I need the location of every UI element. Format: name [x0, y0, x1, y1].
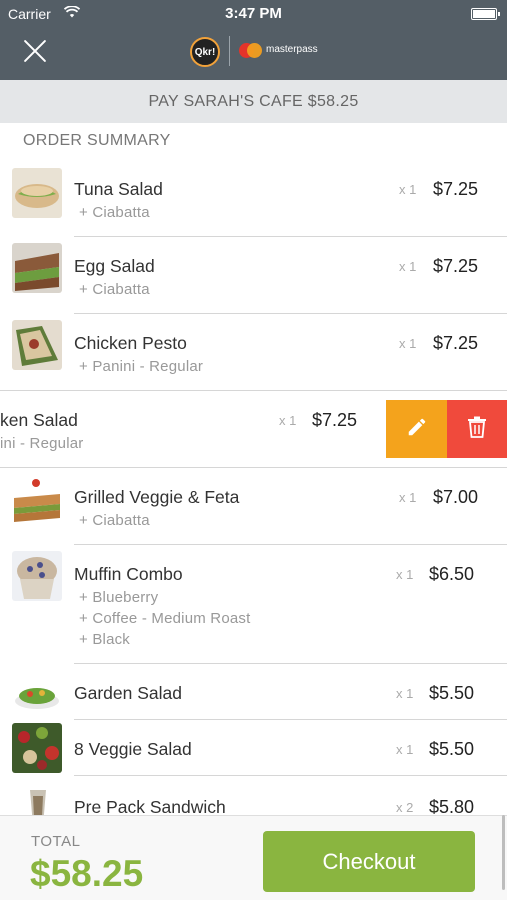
item-price: $5.50	[429, 683, 475, 703]
item-price: $5.80	[429, 797, 475, 815]
status-bar: Carrier 3:47 PM	[0, 0, 507, 28]
item-thumbnail	[12, 668, 62, 718]
item-quantity: x 1	[396, 567, 414, 582]
item-option: + Ciabatta	[79, 204, 150, 221]
item-name: Chicken Pesto	[74, 333, 187, 353]
clock: 3:47 PM	[225, 5, 282, 22]
checkout-footer: TOTAL $58.25 Checkout	[0, 815, 507, 900]
logo-divider	[229, 36, 230, 66]
item-price: $7.25	[433, 256, 479, 276]
checkout-button[interactable]: Checkout	[263, 831, 475, 892]
item-thumbnail	[12, 243, 62, 293]
item-quantity: x 2	[396, 800, 414, 815]
list-item[interactable]: Tuna Salad + Ciabatta x 1 $7.25	[0, 160, 507, 237]
list-item[interactable]: Muffin Combo + Blueberry + Coffee - Medi…	[0, 545, 507, 664]
item-price: $7.25	[433, 179, 479, 199]
item-thumbnail	[12, 320, 62, 370]
list-item-swiped[interactable]: ken Salad ini - Regular x 1 $7.25	[0, 391, 507, 468]
item-option: + Ciabatta	[79, 512, 150, 529]
item-name: Garden Salad	[74, 683, 182, 703]
battery-icon	[471, 8, 500, 20]
item-price: $7.25	[433, 333, 479, 353]
pay-banner: PAY SARAH'S CAFE $58.25	[0, 80, 507, 123]
order-summary-title: ORDER SUMMARY	[23, 132, 171, 149]
item-name: Grilled Veggie & Feta	[74, 487, 240, 507]
swipe-actions	[386, 400, 507, 458]
pencil-icon	[406, 416, 428, 443]
item-quantity: x 1	[399, 336, 417, 351]
item-name: 8 Veggie Salad	[74, 739, 192, 759]
item-price: $6.50	[429, 564, 475, 584]
item-quantity: x 1	[399, 182, 417, 197]
list-item[interactable]: Egg Salad + Ciabatta x 1 $7.25	[0, 237, 507, 314]
item-name: Muffin Combo	[74, 564, 183, 584]
scrollbar[interactable]	[502, 815, 505, 890]
item-thumbnail	[12, 788, 62, 815]
item-thumbnail	[12, 723, 62, 773]
item-quantity: x 1	[396, 742, 414, 757]
item-option: + Black	[79, 631, 131, 648]
item-quantity: x 1	[399, 259, 417, 274]
list-item[interactable]: 8 Veggie Salad x 1 $5.50	[0, 720, 507, 776]
app-header: Carrier 3:47 PM Qkr! masterpass	[0, 0, 507, 80]
item-name: ken Salad	[0, 410, 78, 430]
item-option: ini - Regular	[0, 435, 84, 452]
list-item[interactable]: Grilled Veggie & Feta + Ciabatta x 1 $7.…	[0, 468, 507, 545]
trash-icon	[467, 416, 487, 443]
qkr-logo: Qkr!	[190, 37, 220, 67]
masterpass-logo-icon	[239, 43, 263, 59]
delete-button[interactable]	[447, 400, 507, 458]
total-value: $58.25	[30, 853, 144, 894]
item-thumbnail	[12, 551, 62, 601]
item-name: Tuna Salad	[74, 179, 163, 199]
item-quantity: x 1	[279, 413, 297, 428]
item-name: Egg Salad	[74, 256, 155, 276]
item-name: Pre Pack Sandwich	[74, 797, 226, 815]
close-icon[interactable]	[22, 38, 48, 64]
list-item[interactable]: Chicken Pesto + Panini - Regular x 1 $7.…	[0, 314, 507, 391]
list-item[interactable]: Pre Pack Sandwich x 2 $5.80	[0, 776, 507, 815]
item-quantity: x 1	[396, 686, 414, 701]
item-thumbnail	[12, 476, 62, 526]
item-option: + Coffee - Medium Roast	[79, 610, 251, 627]
item-price: $7.00	[433, 487, 479, 507]
edit-button[interactable]	[386, 400, 447, 458]
total-label: TOTAL	[31, 833, 81, 850]
item-price: $5.50	[429, 739, 475, 759]
item-option: + Blueberry	[79, 589, 159, 606]
item-quantity: x 1	[399, 490, 417, 505]
list-item[interactable]: Garden Salad x 1 $5.50	[0, 664, 507, 720]
item-price: $7.25	[312, 410, 358, 430]
item-thumbnail	[12, 168, 62, 218]
masterpass-label: masterpass	[266, 44, 318, 55]
item-option: + Ciabatta	[79, 281, 150, 298]
item-option: + Panini - Regular	[79, 358, 204, 375]
